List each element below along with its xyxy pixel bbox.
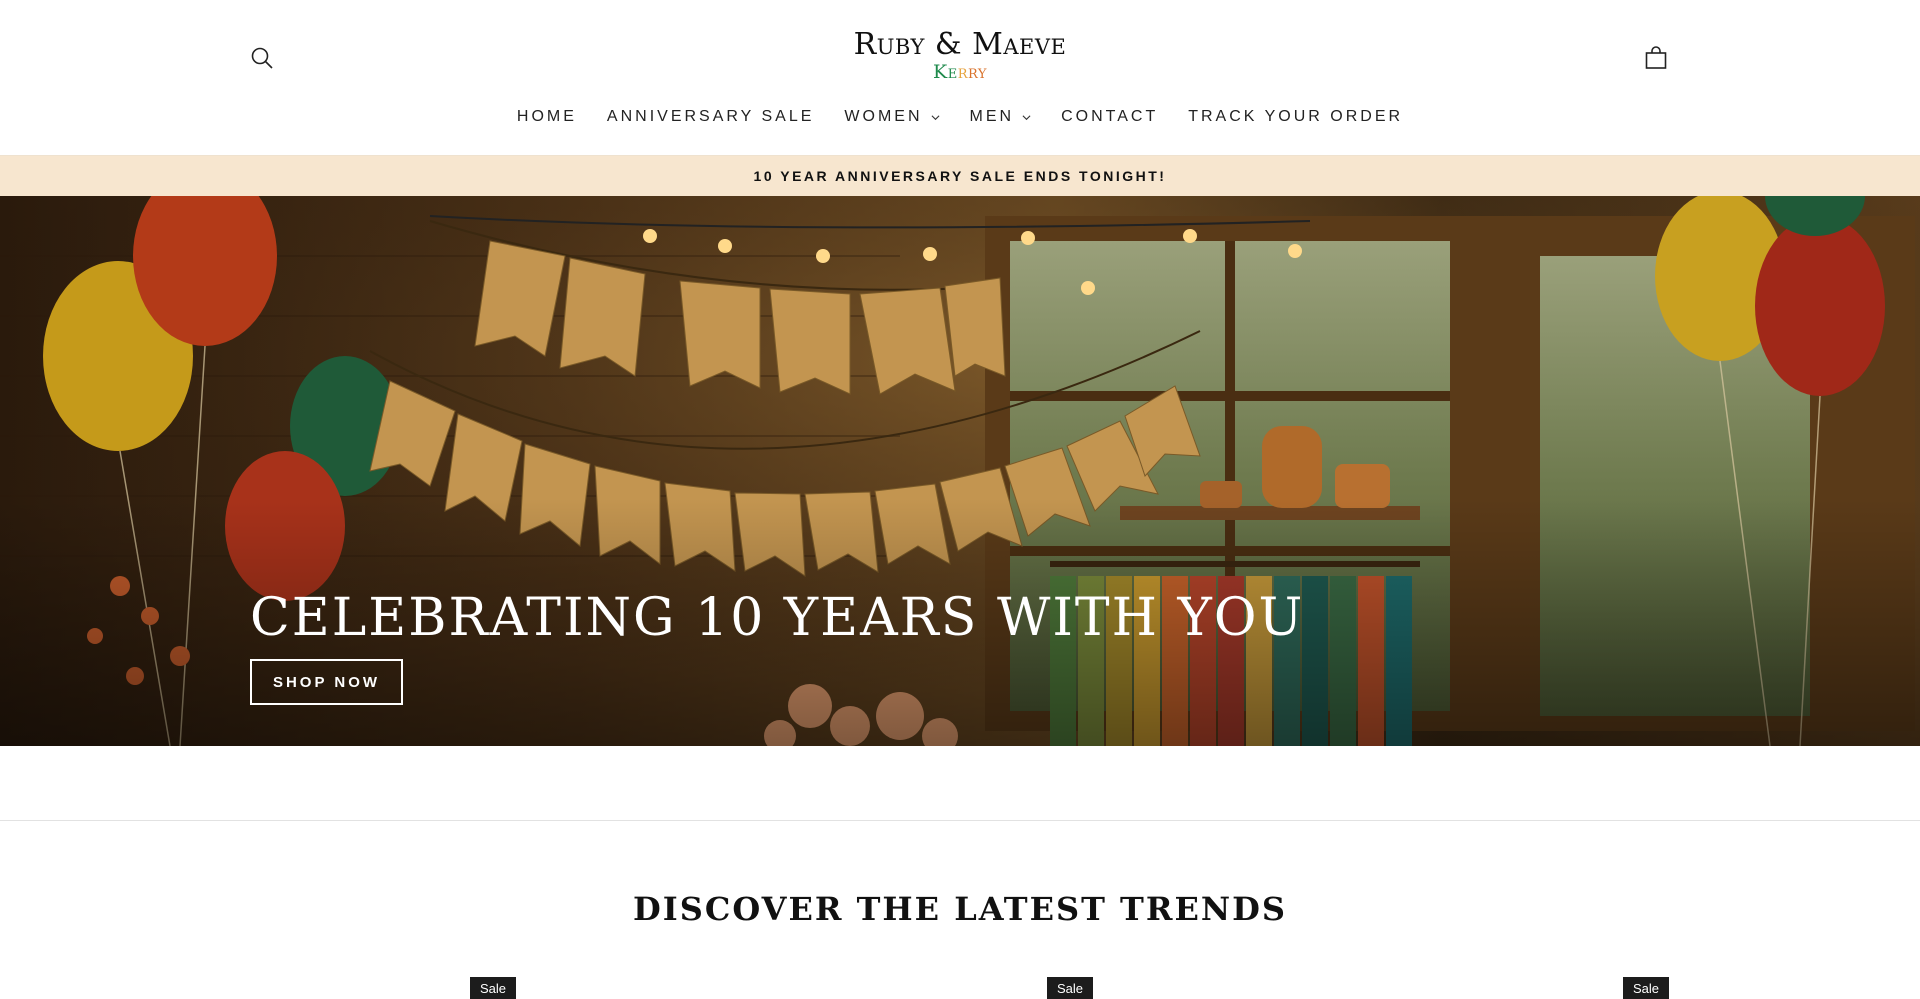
announcement-bar[interactable]: 10 YEAR ANNIVERSARY SALE ENDS TONIGHT! [0, 155, 1920, 196]
sale-badge: Sale [1047, 977, 1093, 999]
announcement-text: 10 YEAR ANNIVERSARY SALE ENDS TONIGHT! [753, 168, 1167, 184]
main-nav: HOME ANNIVERSARY SALE WOMEN MEN CONTACT … [0, 104, 1920, 130]
nav-anniversary-sale[interactable]: ANNIVERSARY SALE [592, 104, 829, 130]
nav-home[interactable]: HOME [502, 104, 592, 130]
shop-now-button[interactable]: SHOP NOW [250, 659, 403, 705]
shopping-bag-icon [1645, 46, 1667, 69]
chevron-down-icon [931, 114, 939, 120]
trends-section-title: DISCOVER THE LATEST TRENDS [633, 890, 1287, 928]
nav-women[interactable]: WOMEN [829, 104, 954, 130]
search-button[interactable] [250, 46, 274, 70]
hero-banner[interactable]: CELEBRATING 10 YEARS WITH YOU SHOP NOW [0, 196, 1920, 746]
nav-contact[interactable]: CONTACT [1046, 104, 1173, 130]
nav-track-order[interactable]: TRACK YOUR ORDER [1173, 104, 1418, 130]
sale-badge: Sale [470, 977, 516, 999]
section-divider [0, 820, 1920, 821]
logo-subtitle: Kerry [933, 61, 987, 83]
site-header: Ruby & Maeve Kerry HOME ANNIVERSARY SALE… [0, 0, 1920, 155]
hero-title: CELEBRATING 10 YEARS WITH YOU [250, 588, 1305, 648]
nav-men[interactable]: MEN [955, 104, 1047, 130]
logo-wordmark: Ruby & Maeve [853, 27, 1067, 62]
chevron-down-icon [1022, 114, 1031, 120]
search-icon [251, 47, 273, 69]
store-logo[interactable]: Ruby & Maeve Kerry [830, 27, 1090, 83]
sale-badge: Sale [1623, 977, 1669, 999]
cart-button[interactable] [1644, 46, 1668, 70]
